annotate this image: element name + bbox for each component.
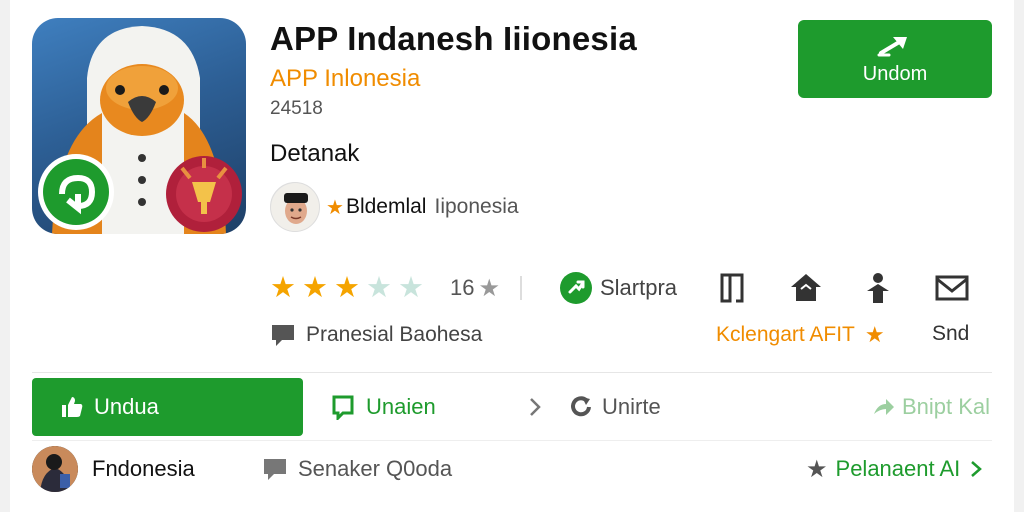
rating-star: ★ — [302, 271, 328, 304]
comment-icon — [264, 459, 286, 480]
right-edge — [1014, 0, 1024, 512]
rating-star: ★ — [270, 271, 296, 304]
arrow-icon — [877, 36, 907, 56]
share-button[interactable]: Slartpra — [560, 270, 677, 306]
chat-icon — [332, 395, 354, 420]
forward-arrow-icon — [874, 399, 894, 415]
author-name: Fndonesia — [92, 456, 195, 481]
install-button-label: Undom — [862, 62, 928, 85]
star-icon: ★ — [864, 322, 885, 347]
rating-star: ★ — [334, 271, 360, 304]
uploader-name: Bldemlal — [345, 195, 427, 218]
home-icon[interactable] — [786, 268, 826, 308]
left-edge — [0, 0, 10, 512]
star-icon: ★ — [326, 196, 344, 219]
mail-icon[interactable] — [932, 268, 972, 308]
section-heading: Detanak — [270, 140, 360, 167]
uploader-region: Iiponesia — [434, 195, 519, 218]
share-label: Slartpra — [600, 275, 678, 300]
person-icon[interactable] — [858, 268, 898, 308]
developer-link[interactable]: APP Inlonesia — [270, 65, 420, 93]
user-avatar-icon — [271, 183, 319, 231]
avatar — [270, 182, 320, 232]
chevron-right-icon — [971, 461, 983, 477]
ai-link-label: Pelanaent AI — [835, 456, 961, 481]
tab-update[interactable]: Unirte — [568, 378, 661, 436]
rating-row: ★ ★ ★ ★ ★ 16 ★ — [270, 270, 500, 306]
bird-mascot-icon — [38, 26, 242, 234]
rating-stars: ★ ★ ★ ★ ★ — [270, 271, 430, 304]
tab-share-more[interactable]: Bnipt Kal — [872, 378, 990, 436]
tab-info[interactable]: Unaien — [330, 378, 436, 436]
refresh-icon — [571, 396, 591, 417]
star-icon: ★ — [478, 274, 500, 302]
author-row[interactable]: Fndonesia — [32, 446, 195, 492]
secondary-label: Senaker Q0oda — [298, 456, 453, 481]
tab-info-label: Unaien — [366, 394, 436, 419]
tab-share-more-label: Bnipt Kal — [902, 394, 991, 419]
uploader-row[interactable]: ★ Bldemlal Iiponesia — [270, 182, 519, 232]
chevron-right-icon[interactable] — [526, 378, 544, 436]
ai-link[interactable]: ★ Pelanaent AI — [806, 448, 984, 490]
app-id: 24518 — [270, 98, 323, 119]
app-store-page: APP Indanesh Iiionesia APP Inlonesia 245… — [0, 0, 1024, 512]
install-button[interactable]: Undom — [798, 20, 992, 98]
divider — [32, 372, 992, 373]
rating-count: 16 — [450, 275, 475, 300]
app-title: APP Indanesh Iiionesia — [270, 20, 637, 57]
category-label: Kclengart AFIT — [716, 323, 855, 346]
thumbs-up-icon — [62, 397, 83, 417]
share-icon — [560, 272, 592, 304]
star-icon: ★ — [806, 455, 828, 483]
comment-icon — [272, 325, 294, 346]
divider — [520, 276, 522, 300]
rating-star: ★ — [398, 271, 424, 304]
review-label: Pranesial Baohesa — [306, 323, 483, 346]
rating-star: ★ — [366, 271, 392, 304]
tab-update-label: Unirte — [602, 394, 661, 419]
app-icon — [32, 18, 246, 234]
bookmark-icon[interactable] — [712, 268, 752, 308]
tab-download-label: Undua — [94, 394, 159, 419]
divider — [32, 440, 992, 441]
tab-download[interactable]: Undua — [32, 378, 303, 436]
category-link[interactable]: Kclengart AFIT ★ — [716, 320, 885, 350]
review-row[interactable]: Pranesial Baohesa — [270, 320, 482, 350]
user-avatar-icon — [32, 446, 78, 492]
avatar — [32, 446, 78, 492]
send-label[interactable]: Snd — [932, 322, 969, 346]
secondary-row[interactable]: Senaker Q0oda — [262, 448, 452, 490]
